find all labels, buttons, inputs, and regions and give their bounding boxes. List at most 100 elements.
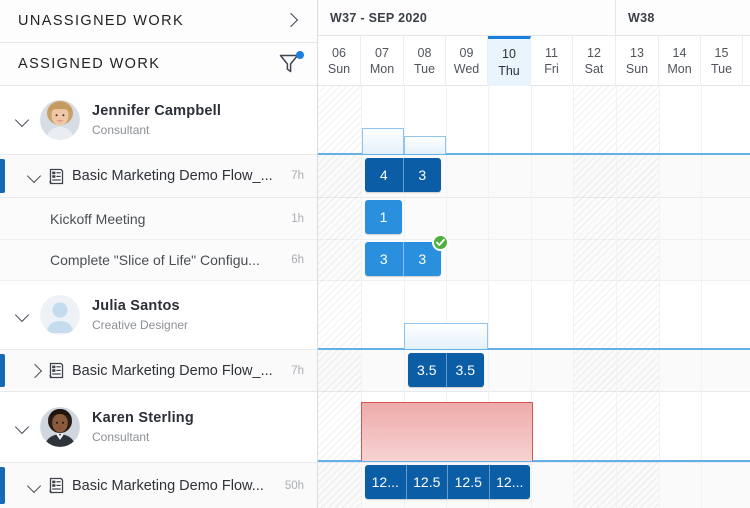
capacity-block-jennifer-tue <box>404 136 446 154</box>
chevron-down-icon-jennifer[interactable] <box>10 107 36 133</box>
group-header-unassigned-work[interactable]: UNASSIGNED WORK <box>0 0 317 43</box>
timeline-panel[interactable]: W37 - SEP 2020 W38 06 Sun 07 Mon 08 Tue … <box>318 0 750 508</box>
timeline-grid[interactable]: 4 3 1 3 3 3.5 3.5 <box>318 86 750 508</box>
day-weekday: Sat <box>585 61 604 77</box>
chevron-down-icon-project-3[interactable] <box>22 473 48 499</box>
allocation-segment[interactable]: 12.5 <box>406 465 448 499</box>
project-icon <box>48 477 65 494</box>
assigned-work-label: ASSIGNED WORK <box>18 56 277 72</box>
day-weekday: Mon <box>667 61 691 77</box>
resource-row-karen-sterling[interactable]: Karen Sterling Consultant <box>0 392 318 463</box>
task-name: Complete "Slice of Life" Configu... <box>0 252 260 268</box>
group-header-assigned-work[interactable]: ASSIGNED WORK <box>0 43 317 86</box>
filter-icon[interactable] <box>277 51 303 77</box>
allocation-bar-kickoff-meeting[interactable]: 1 <box>365 200 402 234</box>
day-header-row: 06 Sun 07 Mon 08 Tue 09 Wed 10 Thu 11 Fr… <box>318 36 750 86</box>
day-weekday: Mon <box>370 61 394 77</box>
capacity-block-julia <box>404 323 488 349</box>
resource-row-julia-santos[interactable]: Julia Santos Creative Designer <box>0 281 318 350</box>
chevron-down-icon-project-1[interactable] <box>22 163 48 189</box>
day-col-12-sat[interactable]: 12 Sat <box>573 36 616 86</box>
day-number: 11 <box>545 45 558 61</box>
day-number: 12 <box>587 45 601 61</box>
allocation-segment[interactable]: 3 <box>403 158 442 192</box>
allocation-bar-slice-of-life[interactable]: 3 3 <box>365 242 441 276</box>
day-weekday: Tue <box>711 61 732 77</box>
filter-active-dot <box>296 51 304 59</box>
project-hours: 50h <box>285 480 318 492</box>
allocation-segment[interactable]: 3 <box>365 242 403 276</box>
chevron-right-icon-project-2[interactable] <box>22 358 48 384</box>
day-number: 07 <box>375 45 389 61</box>
grid-col-line <box>616 86 617 508</box>
project-hours: 7h <box>291 170 318 182</box>
project-accent-bar <box>0 467 5 504</box>
grid-col-line <box>701 86 702 508</box>
allocation-bar-karen-project[interactable]: 12... 12.5 12.5 12... <box>365 465 530 499</box>
project-row-karen-basic-marketing[interactable]: Basic Marketing Demo Flow... 50h <box>0 463 318 508</box>
day-col-13-sun[interactable]: 13 Sun <box>616 36 659 86</box>
resource-row-jennifer-campbell[interactable]: Jennifer Campbell Consultant <box>0 86 318 155</box>
project-accent-bar <box>0 354 5 387</box>
weekend-hatch-06-sun <box>318 86 361 508</box>
day-col-15-tue[interactable]: 15 Tue <box>701 36 743 86</box>
allocation-bar-julia-project[interactable]: 3.5 3.5 <box>408 353 484 387</box>
avatar-karen-sterling <box>40 407 80 447</box>
week-header-row: W37 - SEP 2020 W38 <box>318 0 750 36</box>
week-label-w38: W38 <box>616 0 750 36</box>
day-col-06-sun[interactable]: 06 Sun <box>318 36 361 86</box>
resource-info-julia: Julia Santos Creative Designer <box>92 297 188 332</box>
chevron-down-icon-karen[interactable] <box>10 414 36 440</box>
project-row-jennifer-basic-marketing[interactable]: Basic Marketing Demo Flow_... 7h <box>0 155 318 198</box>
task-complete-check-icon <box>432 234 449 251</box>
avatar-jennifer-campbell <box>40 100 80 140</box>
project-name: Basic Marketing Demo Flow... <box>72 478 264 494</box>
grid-row-project-julia <box>318 350 750 392</box>
unassigned-work-label: UNASSIGNED WORK <box>18 13 281 29</box>
grid-row-resource-julia <box>318 281 750 350</box>
allocation-segment[interactable]: 3.5 <box>446 353 485 387</box>
day-number: 10 <box>502 46 516 62</box>
grid-col-line <box>659 86 660 508</box>
resource-role: Creative Designer <box>92 318 188 333</box>
day-col-14-mon[interactable]: 14 Mon <box>659 36 701 86</box>
project-icon <box>48 362 65 379</box>
day-number: 14 <box>673 45 687 61</box>
day-col-10-thu-today[interactable]: 10 Thu <box>488 36 531 86</box>
grid-col-line <box>573 86 574 508</box>
allocation-segment[interactable]: 1 <box>365 200 402 234</box>
resource-info-jennifer: Jennifer Campbell Consultant <box>92 102 221 137</box>
task-row-kickoff-meeting[interactable]: Kickoff Meeting 1h <box>0 198 318 240</box>
allocation-bar-jennifer-project[interactable]: 4 3 <box>365 158 441 192</box>
task-row-slice-of-life[interactable]: Complete "Slice of Life" Configu... 6h <box>0 240 318 281</box>
project-icon <box>48 168 65 185</box>
day-col-11-fri[interactable]: 11 Fri <box>531 36 573 86</box>
day-col-07-mon[interactable]: 07 Mon <box>361 36 404 86</box>
day-col-08-tue[interactable]: 08 Tue <box>404 36 446 86</box>
resource-planner-app: UNASSIGNED WORK ASSIGNED WORK <box>0 0 750 508</box>
allocation-segment[interactable]: 12... <box>489 465 531 499</box>
day-weekday: Thu <box>498 63 520 79</box>
project-accent-bar <box>0 159 5 193</box>
left-resource-panel: UNASSIGNED WORK ASSIGNED WORK <box>0 0 318 508</box>
task-hours: 6h <box>291 254 318 266</box>
day-weekday: Fri <box>544 61 559 77</box>
allocation-segment[interactable]: 4 <box>365 158 403 192</box>
day-weekday: Sun <box>626 61 648 77</box>
resource-name: Karen Sterling <box>92 409 194 427</box>
chevron-down-icon-julia[interactable] <box>10 302 36 328</box>
day-number: 06 <box>332 45 346 61</box>
chevron-right-icon[interactable] <box>281 10 303 32</box>
allocation-segment[interactable]: 12.5 <box>447 465 489 499</box>
day-weekday: Wed <box>454 61 479 77</box>
capacity-block-jennifer-mon <box>362 128 404 154</box>
weekend-hatch-12-sat <box>573 86 616 508</box>
resource-info-karen: Karen Sterling Consultant <box>92 409 194 444</box>
project-row-julia-basic-marketing[interactable]: Basic Marketing Demo Flow_... 7h <box>0 350 318 392</box>
week-label-w37: W37 - SEP 2020 <box>318 0 616 36</box>
day-weekday: Sun <box>328 61 350 77</box>
resource-role: Consultant <box>92 123 221 138</box>
allocation-segment[interactable]: 12... <box>365 465 406 499</box>
day-col-09-wed[interactable]: 09 Wed <box>446 36 488 86</box>
allocation-segment[interactable]: 3.5 <box>408 353 446 387</box>
